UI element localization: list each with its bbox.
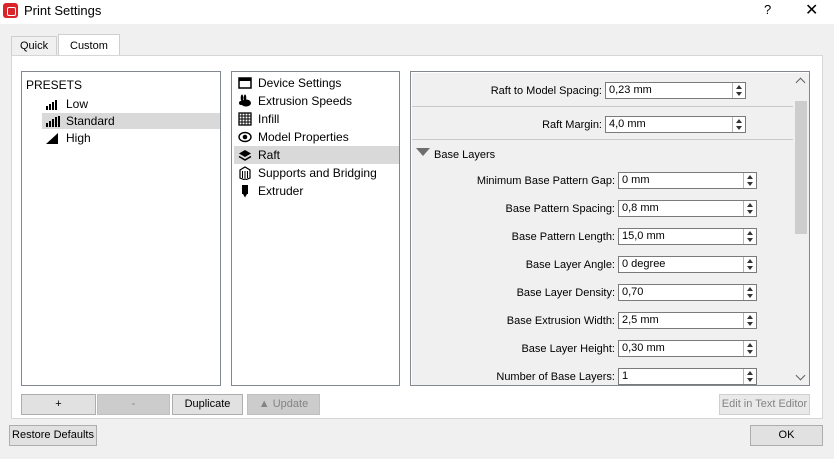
rabbit-icon [239, 94, 251, 107]
category-label: Model Properties [258, 130, 349, 144]
add-preset-button[interactable]: + [21, 394, 96, 415]
raft-margin-field[interactable]: 4,0 mm [605, 116, 746, 133]
category-raft[interactable]: Raft [234, 146, 399, 164]
settings-panel: Raft to Model Spacing: 0,23 mm Raft Marg… [410, 71, 810, 386]
spin-button[interactable] [743, 313, 756, 328]
scroll-down-icon[interactable] [793, 370, 809, 385]
field-value: 0,70 [622, 286, 644, 298]
setting-label: Base Layer Density: [516, 287, 615, 299]
preset-item-high[interactable]: High [42, 130, 220, 146]
field-value: 0,8 mm [622, 202, 659, 214]
ok-button[interactable]: OK [750, 425, 823, 446]
collapse-triangle-icon[interactable] [416, 148, 430, 156]
base-layer-density-field[interactable]: 0,70 [618, 284, 757, 301]
category-device-settings[interactable]: Device Settings [234, 74, 399, 92]
setting-label: Minimum Base Pattern Gap: [476, 175, 615, 187]
quality-high-icon [46, 133, 60, 144]
layers-icon [238, 150, 252, 161]
presets-header: PRESETS [26, 78, 83, 92]
help-button[interactable]: ? [764, 2, 771, 17]
category-label: Extrusion Speeds [258, 94, 353, 108]
device-icon [238, 77, 252, 89]
category-model-properties[interactable]: Model Properties [234, 128, 399, 146]
arrow-up-icon: ▲ [258, 398, 270, 410]
base-layer-angle-field[interactable]: 0 degree [618, 256, 757, 273]
divider [412, 106, 793, 107]
setting-label: Number of Base Layers: [496, 371, 615, 383]
base-layer-height-field[interactable]: 0,30 mm [618, 340, 757, 357]
category-list: Device Settings Extrusion Speeds Infill … [231, 71, 400, 386]
quality-low-icon [46, 99, 60, 110]
field-value: 2,5 mm [622, 314, 659, 326]
number-of-base-layers-field[interactable]: 1 [618, 368, 757, 385]
tab-custom[interactable]: Custom [58, 34, 120, 56]
category-label: Infill [258, 112, 280, 126]
category-infill[interactable]: Infill [234, 110, 399, 128]
tab-quick[interactable]: Quick [11, 36, 58, 56]
divider [412, 139, 793, 140]
min-base-pattern-gap-field[interactable]: 0 mm [618, 172, 757, 189]
preset-label: Standard [66, 114, 115, 128]
spin-button[interactable] [743, 369, 756, 384]
close-button[interactable]: ✕ [805, 0, 818, 20]
presets-list: PRESETS Low Standard High [21, 71, 221, 386]
update-preset-button[interactable]: ▲ Update [247, 394, 320, 415]
preset-item-standard[interactable]: Standard [42, 113, 220, 129]
field-value: 15,0 mm [622, 230, 665, 242]
infill-icon [238, 112, 252, 126]
window-title: Print Settings [24, 3, 102, 18]
spin-button[interactable] [743, 229, 756, 244]
edit-in-text-editor-button[interactable]: Edit in Text Editor [719, 394, 810, 415]
setting-label: Raft Margin: [542, 119, 602, 131]
scroll-up-icon[interactable] [793, 73, 809, 89]
category-label: Device Settings [258, 76, 342, 90]
base-extrusion-width-field[interactable]: 2,5 mm [618, 312, 757, 329]
category-extruder[interactable]: Extruder [234, 182, 399, 200]
settings-scroll-area: Raft to Model Spacing: 0,23 mm Raft Marg… [412, 73, 793, 385]
category-extrusion-speeds[interactable]: Extrusion Speeds [234, 92, 399, 110]
settings-scrollbar[interactable] [793, 73, 809, 385]
app-logo-icon [3, 3, 18, 18]
extruder-icon [242, 185, 248, 198]
remove-preset-button[interactable]: - [97, 394, 170, 415]
preset-label: High [66, 131, 91, 145]
spin-button[interactable] [743, 285, 756, 300]
spin-button[interactable] [743, 173, 756, 188]
title-bar: Print Settings ? ✕ [0, 0, 834, 24]
field-value: 0,23 mm [609, 84, 652, 96]
spin-button[interactable] [732, 117, 745, 132]
scroll-thumb[interactable] [795, 101, 807, 234]
spin-button[interactable] [732, 83, 745, 98]
spin-button[interactable] [743, 201, 756, 216]
quality-standard-icon [46, 116, 60, 127]
setting-label: Base Layer Angle: [525, 259, 615, 271]
restore-defaults-button[interactable]: Restore Defaults [9, 425, 97, 446]
setting-label: Base Extrusion Width: [506, 315, 615, 327]
update-label: Update [272, 398, 309, 410]
setting-label: Base Pattern Length: [511, 231, 615, 243]
raft-to-model-spacing-field[interactable]: 0,23 mm [605, 82, 746, 99]
setting-label: Raft to Model Spacing: [490, 85, 602, 97]
setting-label: Base Layer Height: [521, 343, 615, 355]
category-label: Supports and Bridging [258, 166, 377, 180]
field-value: 0 degree [622, 258, 666, 270]
category-label: Extruder [258, 184, 304, 198]
spin-button[interactable] [743, 257, 756, 272]
field-value: 0,30 mm [622, 342, 665, 354]
field-value: 1 [622, 370, 629, 382]
category-label: Raft [258, 148, 281, 162]
base-pattern-spacing-field[interactable]: 0,8 mm [618, 200, 757, 217]
setting-label: Base Pattern Spacing: [505, 203, 615, 215]
eye-icon [238, 131, 252, 143]
category-supports-and-bridging[interactable]: Supports and Bridging [234, 164, 399, 182]
supports-icon [239, 166, 251, 180]
spin-button[interactable] [743, 341, 756, 356]
base-pattern-length-field[interactable]: 15,0 mm [618, 228, 757, 245]
duplicate-preset-button[interactable]: Duplicate [172, 394, 243, 415]
preset-item-low[interactable]: Low [42, 96, 220, 112]
field-value: 4,0 mm [609, 118, 646, 130]
field-value: 0 mm [622, 174, 650, 186]
section-base-layers[interactable]: Base Layers [434, 149, 495, 161]
preset-label: Low [66, 97, 89, 111]
